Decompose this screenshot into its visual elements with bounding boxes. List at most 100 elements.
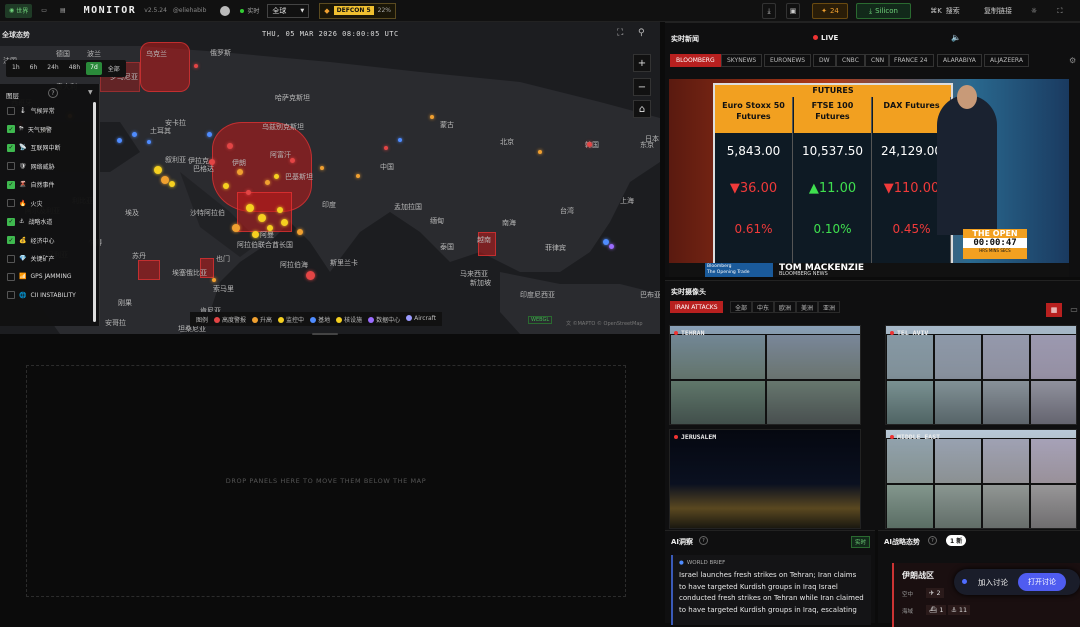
channel-tab[interactable]: CNN xyxy=(865,54,891,67)
time-filter-全部[interactable]: 全部 xyxy=(104,62,124,75)
camera-tab[interactable]: IRAN ATTACKS xyxy=(670,301,723,313)
layer-checkbox[interactable]: ✓ xyxy=(7,236,15,244)
map-marker[interactable] xyxy=(154,166,162,174)
mute-icon[interactable]: 🔈 xyxy=(951,33,961,42)
camera-tab[interactable]: 全部 xyxy=(730,301,753,313)
layer-toggle[interactable]: 🛡 网络威胁 xyxy=(7,162,55,171)
layer-toggle[interactable]: ✓ 📡 互联网中断 xyxy=(7,143,61,152)
github-icon[interactable] xyxy=(220,5,231,16)
layer-toggle[interactable]: 🔥 火灾 xyxy=(7,199,43,208)
copy-link-button[interactable]: 复制链接 xyxy=(978,3,1018,19)
panel-icon[interactable]: ▣ xyxy=(786,3,800,19)
layer-checkbox[interactable]: ✓ xyxy=(7,217,15,226)
map-marker[interactable] xyxy=(245,189,251,195)
map-marker[interactable] xyxy=(586,141,592,147)
fullscreen-icon[interactable]: ⛶ xyxy=(1052,3,1068,19)
layer-checkbox[interactable] xyxy=(7,254,15,263)
settings-icon[interactable]: ⚙ xyxy=(1069,56,1076,65)
map-marker[interactable] xyxy=(273,173,279,179)
camera-feed[interactable]: MIDDLE EAST xyxy=(885,429,1077,529)
channel-tab[interactable]: FRANCE 24 xyxy=(888,54,934,67)
layer-toggle[interactable]: ✓ 🌋 自然事件 xyxy=(7,180,55,189)
map-marker[interactable] xyxy=(169,181,175,187)
home-icon[interactable]: ⌂ xyxy=(633,100,651,118)
silicon-button[interactable]: ⤓ Silicon xyxy=(856,3,911,19)
layers-scrollbar[interactable] xyxy=(93,102,96,322)
camera-tab[interactable]: 欧洲 xyxy=(774,301,797,313)
map-marker[interactable] xyxy=(430,115,434,119)
camera-feed[interactable]: TEL AVIV xyxy=(885,325,1077,425)
map-marker[interactable] xyxy=(246,204,254,212)
drop-zone[interactable]: DROP PANELS HERE TO MOVE THEM BELOW THE … xyxy=(26,365,626,597)
pin-icon[interactable]: ⚲ xyxy=(638,28,645,38)
layers-help-icon[interactable]: ? xyxy=(48,88,58,98)
help-icon[interactable]: ? xyxy=(928,536,937,545)
map-marker[interactable] xyxy=(251,230,259,238)
layer-checkbox[interactable]: ✓ xyxy=(7,180,15,189)
map-marker[interactable] xyxy=(297,229,303,235)
map-marker[interactable] xyxy=(280,218,288,226)
camera-tab[interactable]: 亚洲 xyxy=(818,301,841,313)
open-discussion-button[interactable]: 打开讨论 xyxy=(1018,573,1066,591)
channel-tab[interactable]: BLOOMBERG xyxy=(670,54,721,67)
layer-toggle[interactable]: ✓ ⚓ 战略水道 xyxy=(7,217,52,226)
map-marker[interactable] xyxy=(194,64,198,68)
map-marker[interactable] xyxy=(538,150,542,154)
channel-tab[interactable]: EURONEWS xyxy=(764,54,812,67)
map-marker[interactable] xyxy=(264,179,270,185)
layer-checkbox[interactable] xyxy=(7,272,15,281)
layer-checkbox[interactable]: ✓ xyxy=(7,143,15,152)
zoom-out-button[interactable]: − xyxy=(633,78,651,96)
search-button[interactable]: ⌘K 搜索 xyxy=(922,3,968,19)
layer-checkbox[interactable] xyxy=(7,106,15,115)
camera-feed[interactable]: TEHRAN xyxy=(669,325,861,425)
variant-tech-tab[interactable]: ▭ xyxy=(37,4,51,18)
map-marker[interactable] xyxy=(277,207,283,213)
layer-toggle[interactable]: 🌐 CII INSTABILITY xyxy=(7,291,76,299)
layers-collapse-icon[interactable]: ▼ xyxy=(88,89,93,96)
map-marker[interactable] xyxy=(356,174,360,178)
map-marker[interactable] xyxy=(232,224,240,232)
time-filter-24h[interactable]: 24h xyxy=(43,62,62,75)
download-icon[interactable]: ⤓ xyxy=(762,3,776,19)
conflict-region-sudan[interactable] xyxy=(138,260,160,280)
news-video[interactable]: FUTURES Euro Stoxx 50 Futures 5,843.00 ▼36… xyxy=(669,79,1069,277)
time-filter-7d[interactable]: 7d xyxy=(86,62,102,75)
layer-toggle[interactable]: 💎 关键矿产 xyxy=(7,254,55,263)
zoom-in-button[interactable]: + xyxy=(633,54,651,72)
layer-checkbox[interactable] xyxy=(7,162,15,170)
map-marker[interactable] xyxy=(384,146,388,150)
map-marker[interactable] xyxy=(131,131,137,137)
camera-tab[interactable]: 中东 xyxy=(752,301,775,313)
sun-icon[interactable]: ☼ xyxy=(1026,3,1042,19)
map-marker[interactable] xyxy=(603,239,609,245)
map-marker[interactable] xyxy=(161,176,169,184)
map-marker[interactable] xyxy=(212,278,216,282)
map-marker[interactable] xyxy=(289,157,295,163)
layer-toggle[interactable]: ✓ 💰 经济中心 xyxy=(7,236,55,245)
map-marker[interactable] xyxy=(267,225,273,231)
layer-checkbox[interactable] xyxy=(7,291,15,299)
layer-checkbox[interactable]: ✓ xyxy=(7,125,15,133)
region-select[interactable]: 全球 ▼ xyxy=(267,3,310,18)
layer-toggle[interactable]: ✓ ⛈ 天气预警 xyxy=(7,125,52,134)
conflict-region-gulf[interactable] xyxy=(237,192,292,232)
layer-checkbox[interactable] xyxy=(7,199,15,207)
map-marker[interactable] xyxy=(305,270,315,280)
alerts-button[interactable]: ✦ 24 xyxy=(812,3,848,19)
map-marker[interactable] xyxy=(223,183,229,189)
map-marker[interactable] xyxy=(258,214,266,222)
map-marker[interactable] xyxy=(209,159,215,165)
layer-toggle[interactable]: 🌡 气候异常 xyxy=(7,106,55,115)
map-marker[interactable] xyxy=(116,137,122,143)
grid-view-icon[interactable]: ▦ xyxy=(1046,303,1062,317)
map-marker[interactable] xyxy=(206,131,212,137)
time-filter-48h[interactable]: 48h xyxy=(65,62,84,75)
camera-tab[interactable]: 美洲 xyxy=(796,301,819,313)
channel-tab[interactable]: ALJAZEERA xyxy=(984,54,1029,67)
map-marker[interactable] xyxy=(608,243,614,249)
world-brief-card[interactable]: ● WORLD BRIEF Israel launches fresh strik… xyxy=(671,555,871,625)
variant-world-tab[interactable]: ◉ 世界 xyxy=(5,3,33,18)
defcon-indicator[interactable]: ◆ DEFCON 5 22% xyxy=(319,2,396,19)
single-view-icon[interactable]: ▭ xyxy=(1067,303,1080,317)
